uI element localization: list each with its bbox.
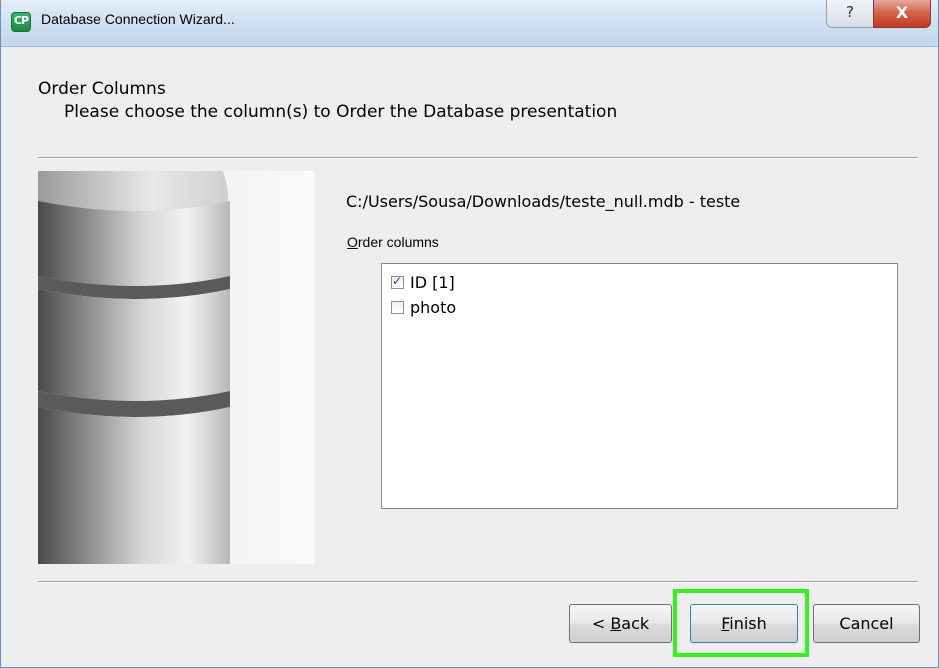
back-label: ack [621, 614, 650, 633]
database-icon [38, 171, 315, 564]
back-prefix: < [591, 614, 611, 633]
app-icon-text: CP [13, 14, 29, 27]
wizard-window: CP Database Connection Wizard... ? X Ord… [0, 0, 939, 668]
back-button[interactable]: < Back [569, 604, 672, 643]
list-item[interactable]: photo [391, 297, 456, 317]
list-item-label: ID [1] [410, 272, 455, 292]
page-title: Order Columns [38, 79, 166, 99]
order-label-mnemonic: O [347, 234, 358, 250]
window-title: Database Connection Wizard... [41, 11, 235, 27]
footer-divider [38, 581, 918, 583]
order-label-text: rder columns [357, 234, 439, 250]
page-subtitle: Please choose the column(s) to Order the… [64, 102, 618, 122]
app-icon: CP [11, 12, 31, 32]
list-item[interactable]: ID [1] [391, 272, 455, 292]
checkbox-checked-icon[interactable] [391, 274, 404, 289]
help-button[interactable]: ? [826, 0, 873, 28]
close-button[interactable]: X [873, 0, 931, 28]
header-divider [38, 157, 918, 159]
order-columns-list[interactable]: ID [1] photo [381, 263, 898, 509]
help-icon: ? [846, 3, 854, 21]
order-columns-label: Order columns [347, 234, 439, 250]
cancel-label: Cancel [839, 614, 894, 633]
cancel-button[interactable]: Cancel [813, 604, 920, 643]
source-path: C:/Users/Sousa/Downloads/teste_null.mdb … [346, 192, 741, 211]
close-icon: X [895, 3, 909, 22]
finish-highlight-box [673, 589, 809, 657]
checkbox-unchecked-icon[interactable] [391, 300, 404, 314]
title-bar[interactable]: CP Database Connection Wizard... ? X [1, 0, 938, 47]
back-mnemonic: B [610, 614, 622, 633]
list-item-label: photo [410, 297, 457, 317]
